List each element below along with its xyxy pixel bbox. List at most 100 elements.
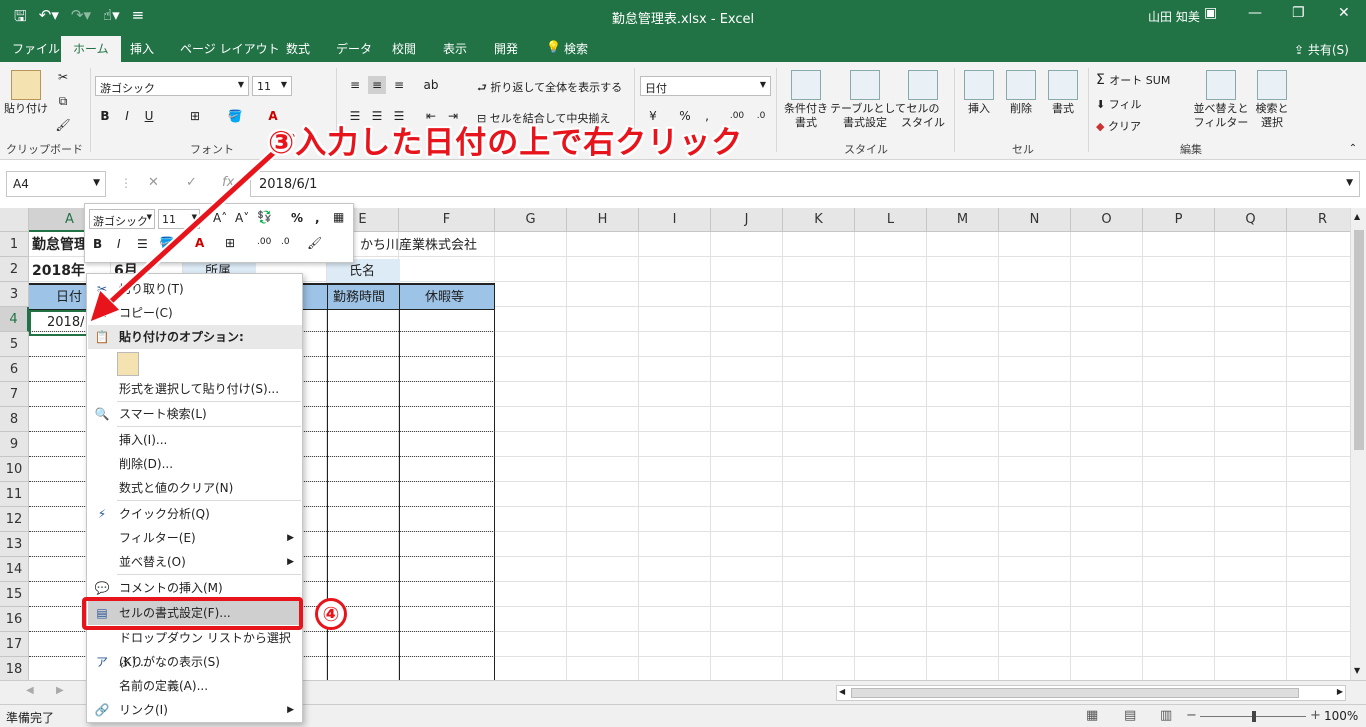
row-header-7[interactable]: 7 — [0, 382, 29, 407]
align-middle-icon[interactable]: ≡ — [368, 76, 386, 94]
zoom-out-icon[interactable]: − — [1186, 708, 1197, 723]
decrease-decimal-icon[interactable]: .0 — [752, 107, 770, 125]
mini-align-center-icon[interactable]: ☰ — [137, 237, 148, 251]
copy-icon[interactable]: ⧉ — [54, 92, 72, 110]
page-layout-view-icon[interactable]: ▤ — [1124, 708, 1136, 723]
column-header-m[interactable]: M — [927, 208, 999, 232]
menu-item-filter[interactable]: フィルター(E) ▶ — [88, 526, 302, 550]
mini-bold-icon[interactable]: B — [93, 237, 102, 251]
fill-button[interactable]: ⬇ フィル — [1096, 96, 1142, 112]
sheet-prev-icon[interactable]: ◀ — [26, 685, 34, 696]
tab-formulas[interactable]: 数式 — [286, 40, 310, 57]
percent-icon[interactable]: % — [291, 211, 303, 225]
select-all-corner[interactable] — [0, 208, 29, 232]
ribbon-display-icon[interactable]: ▣ — [1204, 5, 1217, 21]
orientation-icon[interactable]: ab — [422, 76, 440, 94]
vertical-scrollbar[interactable]: ▲ ▼ — [1350, 208, 1366, 680]
page-break-view-icon[interactable]: ▥ — [1160, 708, 1172, 723]
font-size-dropdown[interactable]: 11 ▼ — [252, 76, 292, 96]
mini-increase-decimal-icon[interactable]: .00 — [257, 237, 271, 247]
row-header-2[interactable]: 2 — [0, 257, 29, 282]
column-header-q[interactable]: Q — [1215, 208, 1287, 232]
menu-item-insert[interactable]: 挿入(I)... — [88, 428, 302, 452]
paste-option-icon[interactable] — [117, 352, 139, 376]
menu-item-delete[interactable]: 削除(D)... — [88, 452, 302, 476]
delete-cells-button[interactable]: 削除 — [1002, 70, 1040, 116]
cut-icon[interactable]: ✂ — [54, 68, 72, 86]
tab-tell-me[interactable]: 検索 — [564, 40, 588, 57]
row-header-6[interactable]: 6 — [0, 357, 29, 382]
find-select-button[interactable]: 検索と 選択 — [1252, 70, 1292, 130]
column-header-r[interactable]: R — [1287, 208, 1350, 232]
row-header-15[interactable]: 15 — [0, 582, 29, 607]
normal-view-icon[interactable]: ▦ — [1086, 708, 1098, 723]
menu-item-clear-contents[interactable]: 数式と値のクリア(N) — [88, 476, 302, 500]
mini-italic-icon[interactable]: I — [117, 237, 121, 251]
fill-color-icon[interactable]: 🪣 — [226, 107, 244, 125]
cell-f3[interactable]: 休暇等 — [425, 285, 464, 310]
tab-developer[interactable]: 開発 — [494, 40, 518, 57]
autosum-button[interactable]: Σ オート SUM — [1096, 72, 1170, 88]
menu-item-paste-special[interactable]: 形式を選択して貼り付け(S)... — [88, 377, 302, 401]
insert-cells-button[interactable]: 挿入 — [960, 70, 998, 116]
menu-item-smart-lookup[interactable]: 🔍 スマート検索(L) — [88, 402, 302, 426]
borders-icon[interactable]: ⊞ — [186, 107, 204, 125]
italic-icon[interactable]: I — [118, 107, 136, 125]
cell-d1[interactable]: かち川産業株式会社 — [360, 233, 477, 258]
conditional-formatting-button[interactable]: 条件付き 書式 — [780, 70, 832, 130]
format-table-mini-icon[interactable]: ▦ — [333, 210, 344, 224]
row-header-10[interactable]: 10 — [0, 457, 29, 482]
close-icon[interactable]: ✕ — [1338, 5, 1350, 21]
shrink-font-icon[interactable]: A˅ — [235, 211, 249, 225]
tab-view[interactable]: 表示 — [443, 40, 467, 57]
row-header-18[interactable]: 18 — [0, 657, 29, 680]
name-box[interactable]: A4 ▼ — [6, 171, 106, 197]
column-header-p[interactable]: P — [1143, 208, 1215, 232]
zoom-level[interactable]: 100% — [1324, 709, 1358, 723]
mini-decrease-decimal-icon[interactable]: .0 — [281, 237, 290, 247]
menu-item-sort[interactable]: 並べ替え(O) ▶ — [88, 550, 302, 574]
underline-icon[interactable]: U — [140, 107, 158, 125]
mini-font-size-dropdown[interactable]: 11 ▼ — [158, 209, 200, 229]
cell-e3[interactable]: 勤務時間 — [333, 285, 385, 310]
tab-home[interactable]: ホーム — [61, 36, 121, 62]
tab-review[interactable]: 校閲 — [392, 40, 416, 57]
align-bottom-icon[interactable]: ≡ — [390, 76, 408, 94]
column-header-k[interactable]: K — [783, 208, 855, 232]
font-name-dropdown[interactable]: 游ゴシック ▼ — [95, 76, 249, 96]
scroll-right-icon[interactable]: ▶ — [1337, 687, 1343, 696]
mini-font-color-icon[interactable]: A — [195, 236, 204, 250]
vertical-scroll-thumb[interactable] — [1354, 230, 1364, 450]
cell-styles-button[interactable]: セルの スタイル — [898, 70, 948, 130]
column-header-o[interactable]: O — [1071, 208, 1143, 232]
row-header-9[interactable]: 9 — [0, 432, 29, 457]
scroll-left-icon[interactable]: ◀ — [839, 687, 845, 696]
row-header-3[interactable]: 3 — [0, 282, 29, 307]
horizontal-scroll-thumb[interactable] — [851, 688, 1299, 698]
zoom-in-icon[interactable]: + — [1310, 708, 1321, 723]
tab-data[interactable]: データ — [336, 40, 372, 57]
scroll-down-icon[interactable]: ▼ — [1354, 666, 1360, 675]
enter-icon[interactable]: ✓ — [186, 175, 197, 190]
user-name[interactable]: 山田 知美 — [1148, 8, 1200, 25]
mini-borders-icon[interactable]: ⊞ — [225, 236, 235, 250]
collapse-ribbon-icon[interactable]: ⌃ — [1344, 140, 1362, 158]
wrap-text-button[interactable]: ⮐ 折り返して全体を表示する — [477, 79, 622, 98]
row-header-1[interactable]: 1 — [0, 232, 29, 257]
minimize-icon[interactable]: — — [1248, 5, 1262, 21]
insert-function-icon[interactable]: fx — [222, 175, 234, 190]
menu-item-show-furigana[interactable]: アふりがなの表示(S) — [88, 650, 302, 674]
cell-a1[interactable]: 勤怠管理 — [32, 233, 88, 258]
menu-item-link[interactable]: 🔗 リンク(I) ▶ — [88, 698, 302, 722]
menu-item-quick-analysis[interactable]: ⚡ クイック分析(Q) — [88, 502, 302, 526]
column-header-j[interactable]: J — [711, 208, 783, 232]
column-header-f[interactable]: F — [399, 208, 495, 232]
row-header-13[interactable]: 13 — [0, 532, 29, 557]
menu-item-copy[interactable]: ⧉ コピー(C) — [88, 301, 302, 325]
mini-format-painter-icon[interactable]: 🖌 — [307, 236, 322, 250]
cell-a3[interactable]: 日付 — [56, 285, 82, 310]
grow-font-icon[interactable]: A˄ — [213, 211, 227, 225]
row-header-16[interactable]: 16 — [0, 607, 29, 632]
formula-input[interactable]: 2018/6/1 ▼ — [250, 171, 1360, 197]
sheet-next-icon[interactable]: ▶ — [56, 685, 64, 696]
